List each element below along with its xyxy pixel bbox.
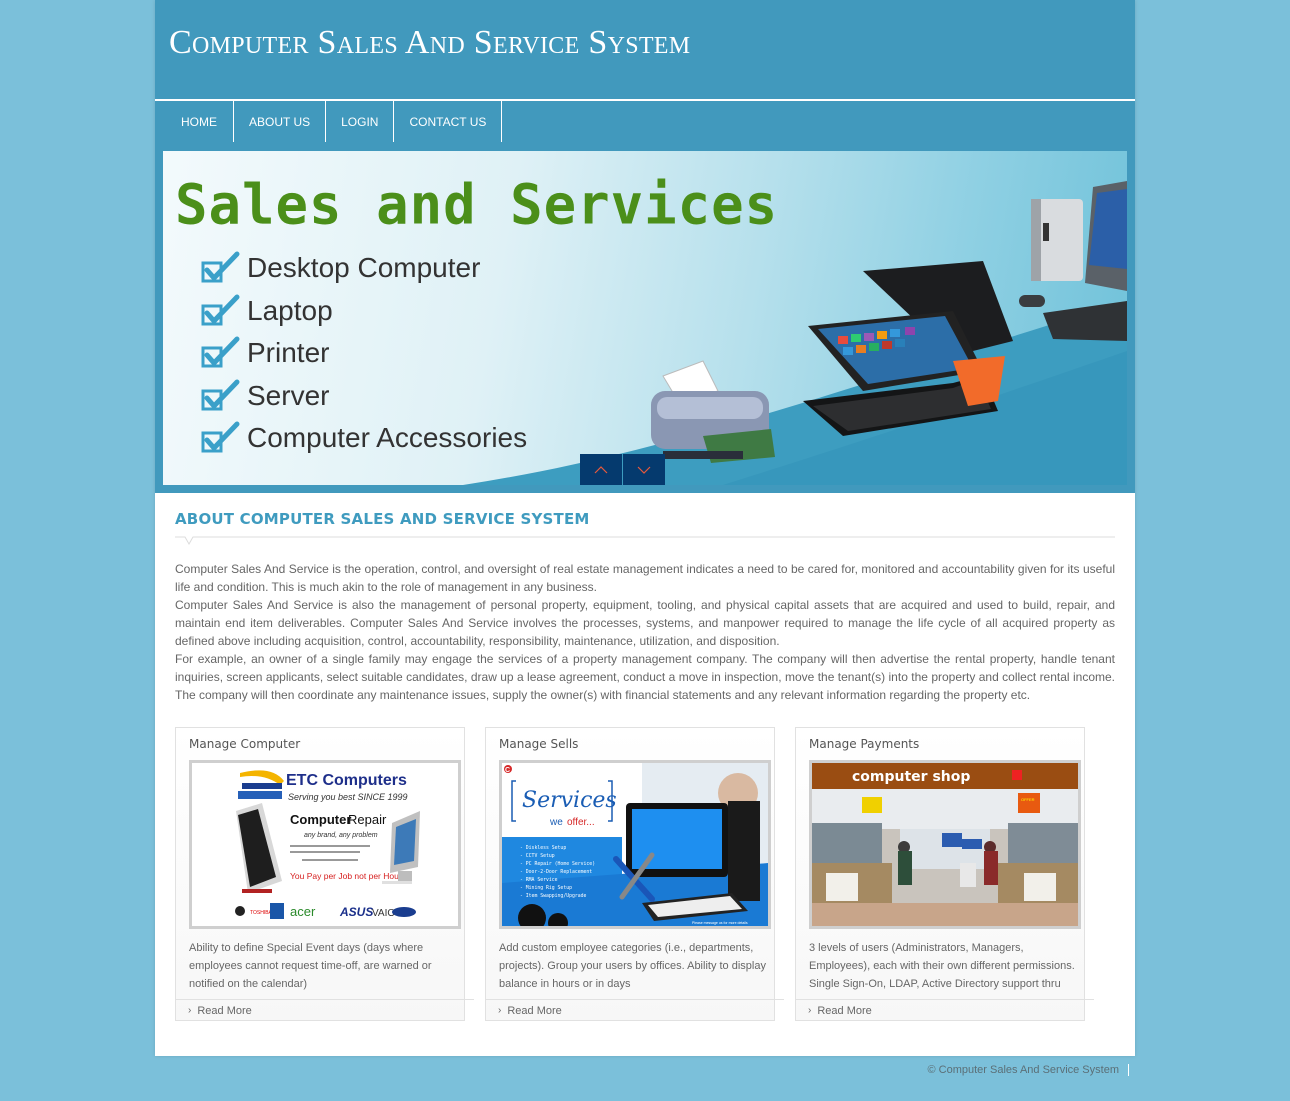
- svg-text:Services: Services: [522, 788, 617, 813]
- about-paragraph: For example, an owner of a single family…: [175, 652, 1115, 702]
- about-paragraph: Computer Sales And Service is also the m…: [175, 598, 1115, 648]
- chevron-right-icon: ›: [188, 1005, 192, 1016]
- read-more-link[interactable]: › Read More: [796, 999, 1094, 1021]
- svg-text:offer...: offer...: [567, 817, 595, 828]
- svg-text:TOSHIBA: TOSHIBA: [250, 910, 273, 916]
- slider-prev-button[interactable]: [580, 454, 622, 485]
- read-more-link[interactable]: › Read More: [176, 999, 474, 1021]
- svg-text:OFFER: OFFER: [1021, 797, 1035, 802]
- banner-list-item: Server: [201, 375, 527, 418]
- svg-text:Computer: Computer: [290, 812, 351, 827]
- card-image-etc-computers: ETC Computers Serving you best SINCE 199…: [189, 760, 461, 929]
- feature-cards: Manage Computer ETC Computers Serving yo…: [175, 727, 1094, 1021]
- feature-card-manage-sells: Manage Sells C Services we offer... - Di…: [485, 727, 784, 1021]
- about-text: Computer Sales And Service is the operat…: [175, 560, 1115, 704]
- checkmark-icon: [201, 293, 241, 329]
- svg-text:- Mining Rig Setup: - Mining Rig Setup: [520, 885, 572, 891]
- svg-text:- PC Repair (Home Service): - PC Repair (Home Service): [520, 861, 595, 867]
- page-footer: © Computer Sales And Service System: [155, 1056, 1135, 1084]
- read-more-link[interactable]: › Read More: [486, 999, 784, 1021]
- card-title[interactable]: Manage Computer: [189, 737, 300, 751]
- svg-text:- Item Swapping/Upgrade: - Item Swapping/Upgrade: [520, 893, 587, 899]
- slider-controls: [580, 454, 665, 485]
- nav-item-contact-us[interactable]: CONTACT US: [394, 101, 503, 142]
- svg-text:You Pay per Job not per Hour: You Pay per Job not per Hour: [290, 871, 402, 881]
- banner-heading: Sales and Services: [175, 172, 779, 237]
- chevron-right-icon: ›: [808, 1005, 812, 1016]
- copyright-text: © Computer Sales And Service System: [927, 1064, 1129, 1076]
- feature-card-manage-payments: Manage Payments computer shop OFFER 3 le…: [795, 727, 1094, 1021]
- svg-text:- Diskless Setup: - Diskless Setup: [520, 845, 566, 851]
- svg-text:Serving you best SINCE 1999: Serving you best SINCE 1999: [288, 792, 408, 802]
- card-description: 3 levels of users (Administrators, Manag…: [809, 942, 1075, 990]
- about-paragraph: Computer Sales And Service is the operat…: [175, 562, 1115, 594]
- svg-text:- Door-2-Door Replacement: - Door-2-Door Replacement: [520, 869, 592, 875]
- card-image-computer-shop: computer shop OFFER: [809, 760, 1081, 929]
- svg-text:ETC Computers: ETC Computers: [286, 772, 407, 789]
- banner-service-list: Desktop Computer Laptop Printer Server C…: [201, 247, 527, 460]
- chevron-right-icon: ›: [498, 1005, 502, 1016]
- chevron-up-icon: [594, 465, 608, 473]
- slider-next-button[interactable]: [623, 454, 665, 485]
- svg-text:acer: acer: [290, 904, 316, 919]
- nav-item-login[interactable]: LOGIN: [326, 101, 395, 142]
- svg-text:any brand, any problem: any brand, any problem: [304, 832, 378, 839]
- svg-text:- CCTV Setup: - CCTV Setup: [520, 853, 555, 859]
- svg-text:VAIO: VAIO: [372, 908, 395, 919]
- svg-text:we: we: [549, 817, 563, 828]
- checkmark-icon: [201, 420, 241, 456]
- banner-list-item: Computer Accessories: [201, 417, 527, 460]
- svg-text:C: C: [505, 767, 510, 774]
- header: Computer Sales And Service System HOME A…: [155, 0, 1135, 493]
- printer-illustration: [651, 360, 775, 463]
- laptop-illustration: [803, 261, 1013, 436]
- checkmark-icon: [201, 335, 241, 371]
- desktop-illustration: [1019, 181, 1127, 341]
- page-wrapper: Computer Sales And Service System HOME A…: [155, 0, 1135, 1056]
- main-nav: HOME ABOUT US LOGIN CONTACT US: [165, 101, 503, 142]
- chevron-down-icon: [637, 466, 651, 474]
- card-description: Ability to define Special Event days (da…: [189, 942, 432, 990]
- card-title[interactable]: Manage Payments: [809, 737, 919, 751]
- svg-text:Repair: Repair: [348, 812, 387, 827]
- card-description: Add custom employee categories (i.e., de…: [499, 942, 766, 990]
- banner-list-item: Printer: [201, 332, 527, 375]
- section-title: ABOUT COMPUTER SALES AND SERVICE SYSTEM: [175, 510, 590, 528]
- svg-text:- RMA Service: - RMA Service: [520, 877, 558, 883]
- nav-item-about-us[interactable]: ABOUT US: [234, 101, 327, 142]
- feature-card-manage-computer: Manage Computer ETC Computers Serving yo…: [175, 727, 474, 1021]
- svg-text:computer shop: computer shop: [852, 769, 970, 785]
- banner-slider: Sales and Services Desktop Computer Lapt…: [163, 151, 1127, 485]
- banner-list-item: Desktop Computer: [201, 247, 527, 290]
- site-title[interactable]: Computer Sales And Service System: [169, 24, 690, 62]
- section-divider: [175, 536, 1115, 546]
- checkmark-icon: [201, 250, 241, 286]
- about-section: ABOUT COMPUTER SALES AND SERVICE SYSTEM …: [175, 510, 1115, 704]
- card-image-services-offer: C Services we offer... - Diskless Setup …: [499, 760, 771, 929]
- svg-text:Please message us for more det: Please message us for more details: [692, 921, 748, 925]
- card-title[interactable]: Manage Sells: [499, 737, 578, 751]
- banner-list-item: Laptop: [201, 290, 527, 333]
- svg-text:ASUS: ASUS: [339, 905, 373, 919]
- checkmark-icon: [201, 378, 241, 414]
- nav-item-home[interactable]: HOME: [165, 101, 234, 142]
